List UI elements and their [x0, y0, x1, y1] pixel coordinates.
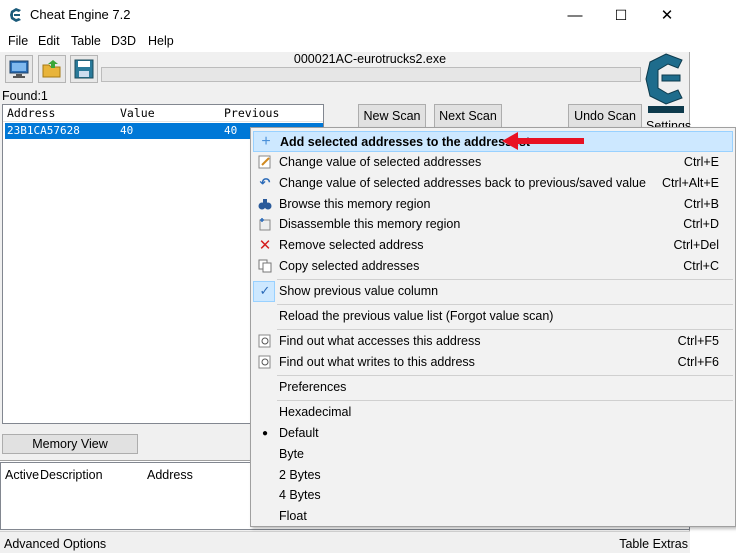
menu-display-byte[interactable]: Byte — [253, 444, 733, 465]
menu-preferences[interactable]: Preferences — [253, 377, 733, 398]
column-active[interactable]: Active — [5, 468, 39, 482]
computer-icon — [9, 60, 29, 78]
save-button[interactable] — [70, 55, 98, 83]
next-scan-button[interactable]: Next Scan — [434, 104, 502, 128]
floppy-disk-icon — [74, 59, 94, 79]
column-previous[interactable]: Previous — [224, 106, 279, 120]
disassemble-icon — [257, 216, 273, 232]
cheat-engine-logo-icon[interactable] — [642, 50, 690, 120]
menu-browse-memory[interactable]: Browse this memory region Ctrl+B — [253, 194, 733, 215]
delete-icon: ✕ — [258, 237, 272, 254]
menu-file[interactable]: File — [8, 34, 28, 48]
row-value: 40 — [120, 124, 134, 137]
menu-disassemble[interactable]: Disassemble this memory region Ctrl+D — [253, 214, 733, 235]
menu-display-hexadecimal[interactable]: Hexadecimal — [253, 402, 733, 423]
open-file-button[interactable] — [38, 55, 66, 83]
menu-find-accesses[interactable]: Find out what accesses this address Ctrl… — [253, 331, 733, 352]
open-folder-icon — [42, 60, 61, 78]
menu-edit[interactable]: Edit — [38, 34, 60, 48]
menu-reload-previous-values[interactable]: Reload the previous value list (Forgot v… — [253, 306, 733, 327]
results-header: Address Value Previous — [3, 105, 323, 122]
plus-icon: + — [261, 133, 271, 150]
menu-separator — [277, 329, 733, 330]
column-address[interactable]: Address — [147, 468, 193, 482]
close-button[interactable]: ✕ — [644, 0, 690, 30]
menu-bar: File Edit Table D3D Help — [0, 30, 690, 52]
menu-display-float[interactable]: Float — [253, 506, 733, 527]
menu-add-to-addresslist[interactable]: + Add selected addresses to the addressl… — [253, 131, 733, 152]
maximize-button[interactable]: ☐ — [598, 0, 644, 30]
edit-icon — [257, 154, 273, 170]
copy-icon — [257, 258, 273, 274]
menu-table[interactable]: Table — [71, 34, 101, 48]
status-bar: Advanced Options Table Extras — [0, 531, 690, 553]
menu-display-default[interactable]: ● Default — [253, 423, 733, 444]
magnifier-icon — [257, 333, 273, 349]
menu-separator — [277, 304, 733, 305]
undo-scan-button[interactable]: Undo Scan — [568, 104, 642, 128]
menu-remove-address[interactable]: ✕ Remove selected address Ctrl+Del — [253, 235, 733, 256]
context-menu: + Add selected addresses to the addressl… — [250, 127, 736, 527]
found-count: Found:1 — [2, 89, 48, 103]
menu-find-writes[interactable]: Find out what writes to this address Ctr… — [253, 352, 733, 373]
title-bar: Cheat Engine 7.2 — ☐ ✕ — [0, 0, 690, 30]
select-process-button[interactable] — [5, 55, 33, 83]
process-name: 000021AC-eurotrucks2.exe — [293, 52, 447, 66]
radio-dot-icon: ● — [261, 427, 269, 439]
new-scan-button[interactable]: New Scan — [358, 104, 426, 128]
menu-separator — [277, 400, 733, 401]
column-value[interactable]: Value — [120, 106, 155, 120]
advanced-options-link[interactable]: Advanced Options — [4, 537, 106, 551]
cheat-engine-icon — [10, 8, 21, 22]
menu-d3d[interactable]: D3D — [111, 34, 136, 48]
minimize-button[interactable]: — — [552, 0, 598, 30]
check-icon: ✓ — [259, 283, 271, 298]
annotation-arrow-icon — [502, 132, 584, 150]
undo-icon: ↶ — [259, 175, 271, 190]
menu-help[interactable]: Help — [148, 34, 174, 48]
menu-copy-addresses[interactable]: Copy selected addresses Ctrl+C — [253, 256, 733, 277]
menu-display-2-bytes[interactable]: 2 Bytes — [253, 465, 733, 486]
table-extras-link[interactable]: Table Extras — [619, 537, 688, 551]
column-address[interactable]: Address — [7, 106, 55, 120]
menu-separator — [277, 375, 733, 376]
window-title: Cheat Engine 7.2 — [30, 7, 131, 22]
menu-change-value[interactable]: Change value of selected addresses Ctrl+… — [253, 152, 733, 173]
magnifier-icon — [257, 354, 273, 370]
scan-progress-bar — [101, 67, 641, 82]
row-address: 23B1CA57628 — [7, 124, 80, 137]
memory-view-button[interactable]: Memory View — [2, 434, 138, 454]
menu-show-previous-column[interactable]: ✓ Show previous value column — [253, 281, 733, 302]
binoculars-icon — [257, 196, 273, 212]
row-previous: 40 — [224, 124, 238, 137]
column-description[interactable]: Description — [40, 468, 103, 482]
menu-change-back[interactable]: ↶ Change value of selected addresses bac… — [253, 173, 733, 194]
menu-display-4-bytes[interactable]: 4 Bytes — [253, 485, 733, 506]
menu-separator — [277, 279, 733, 280]
